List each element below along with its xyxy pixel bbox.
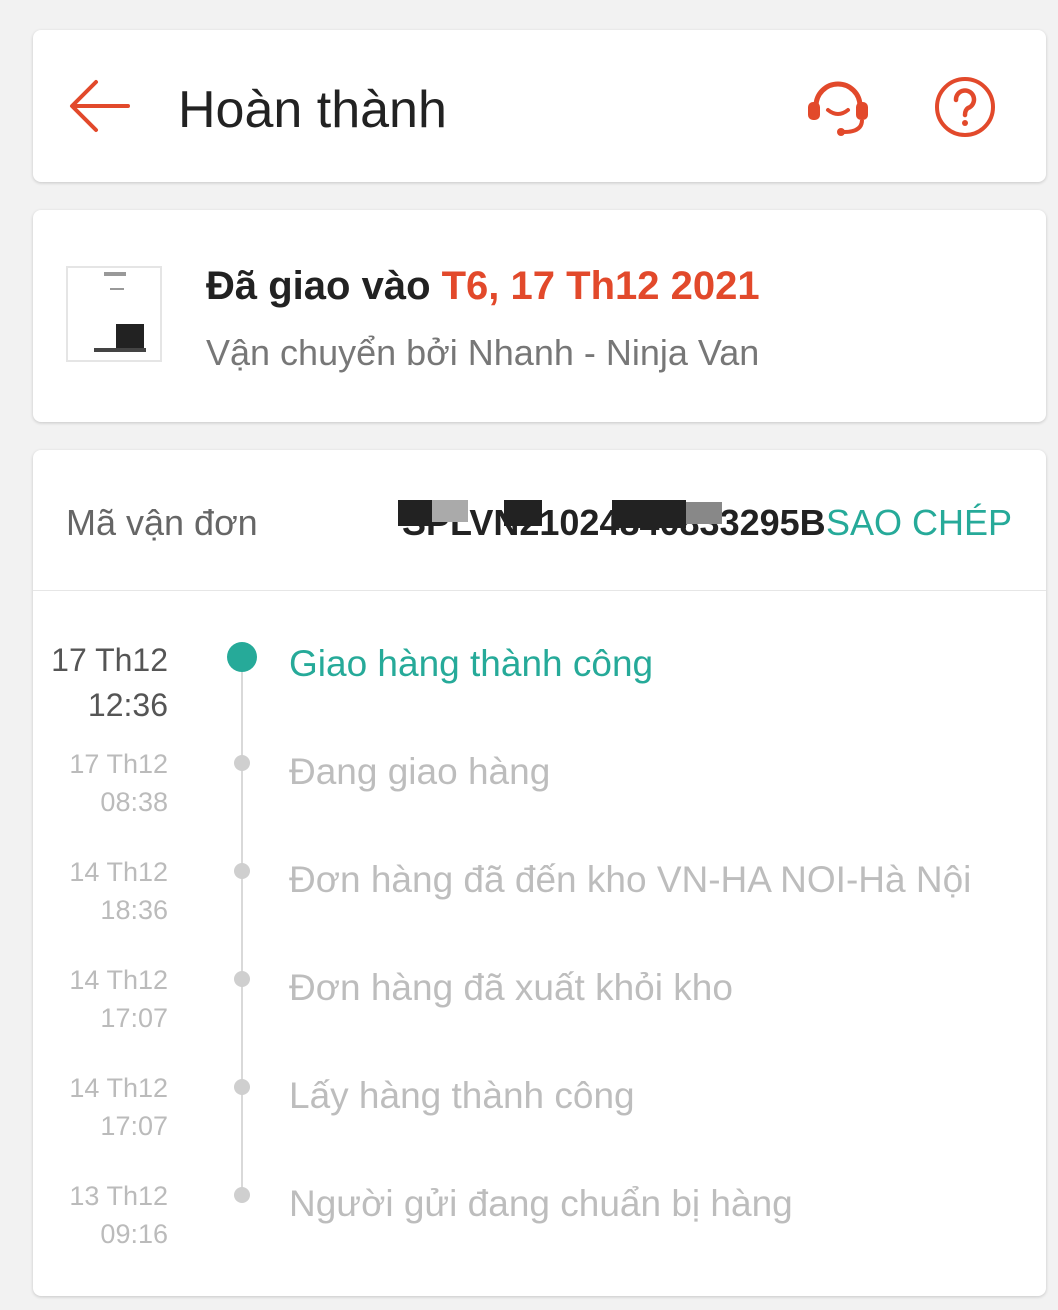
event-time: 18:36 [100,895,168,925]
product-thumbnail [66,266,162,362]
event-date: 14 Th12 17:07 [69,1069,168,1145]
event-status: Đơn hàng đã xuất khỏi kho [289,967,733,1008]
timeline-dot [234,755,250,771]
timeline-dot [234,1187,250,1203]
divider [33,590,1046,591]
event-status: Đang giao hàng [289,751,551,792]
redaction-mark [612,500,686,528]
event-time: 08:38 [100,787,168,817]
delivery-card [33,210,1046,422]
event-status: Giao hàng thành công [289,643,654,684]
event-date: 13 Th12 09:16 [69,1177,168,1253]
delivered-status: Đã giao vào T6, 17 Th12 2021 [206,262,760,310]
back-button[interactable] [66,76,132,136]
event-day: 13 Th12 [69,1181,168,1211]
event-status: Lấy hàng thành công [289,1075,635,1116]
event-time: 17:07 [100,1003,168,1033]
timeline-dot-active [227,642,257,672]
arrow-left-icon [70,80,130,132]
event-date: 17 Th12 08:38 [69,745,168,821]
timeline-line [241,664,243,1194]
delivered-prefix: Đã giao vào [206,264,442,308]
timeline-dot [234,1079,250,1095]
redaction-mark [686,502,722,524]
redaction-mark [432,500,468,522]
page-title: Hoàn thành [178,81,447,139]
event-date: 14 Th12 17:07 [69,961,168,1037]
copy-button[interactable]: SAO CHÉP [826,500,1012,546]
redaction-mark [398,500,432,526]
question-circle-icon [935,77,995,137]
timeline-dot [234,971,250,987]
event-date: 17 Th12 12:36 [51,638,168,728]
tracking-label: Mã vận đơn [66,502,258,543]
event-date: 14 Th12 18:36 [69,853,168,929]
redaction-mark [504,500,542,526]
event-time: 09:16 [100,1219,168,1249]
event-status: Đơn hàng đã đến kho VN-HA NOI-Hà Nội [289,859,972,900]
headset-icon [808,81,868,136]
event-day: 14 Th12 [69,965,168,995]
event-day: 17 Th12 [51,642,168,678]
help-button[interactable] [934,76,996,138]
event-time: 12:36 [87,687,168,723]
event-time: 17:07 [100,1111,168,1141]
event-day: 17 Th12 [69,749,168,779]
carrier-info: Vận chuyển bởi Nhanh - Ninja Van [206,332,760,373]
support-button[interactable] [806,76,870,136]
event-day: 14 Th12 [69,1073,168,1103]
timeline-dot [234,863,250,879]
delivered-date: T6, 17 Th12 2021 [441,264,760,308]
event-day: 14 Th12 [69,857,168,887]
event-status: Người gửi đang chuẩn bị hàng [289,1183,793,1224]
